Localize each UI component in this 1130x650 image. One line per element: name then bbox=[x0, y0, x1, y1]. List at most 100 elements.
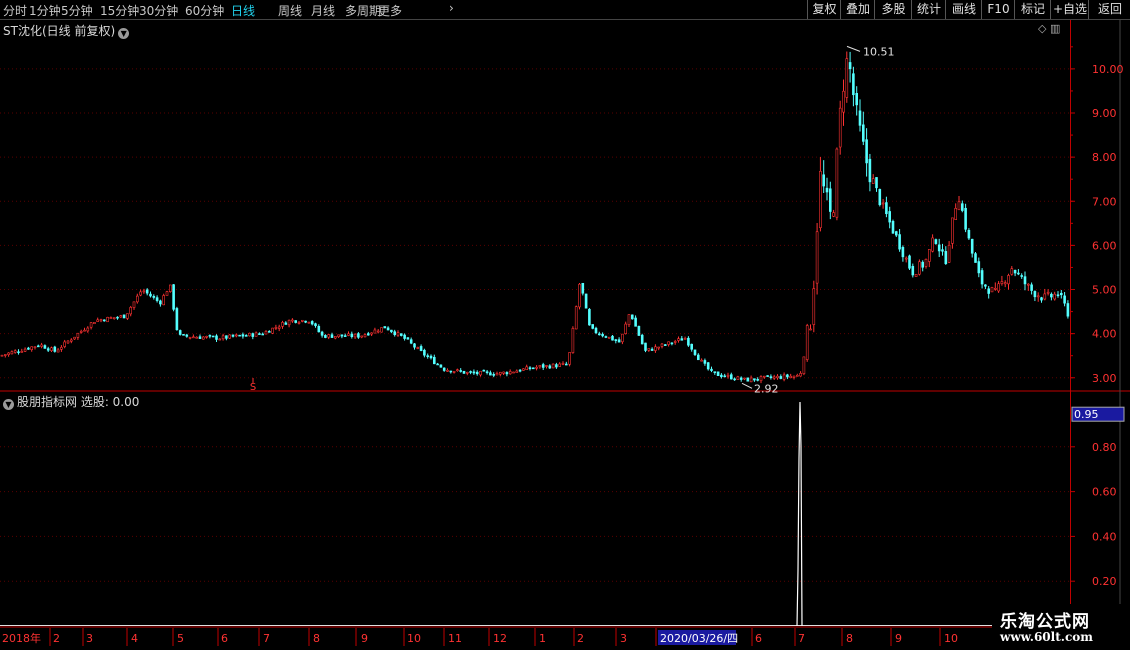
candle-body bbox=[284, 322, 288, 325]
candle-body bbox=[597, 333, 601, 336]
candle-body bbox=[654, 346, 657, 351]
candle-body bbox=[786, 374, 789, 378]
candle-body bbox=[76, 332, 80, 338]
x-tick-label-5: 6 bbox=[221, 632, 228, 645]
candle-body bbox=[225, 335, 228, 339]
low-label: 2.92 bbox=[754, 382, 779, 395]
candle-body bbox=[211, 335, 215, 338]
candle-body bbox=[462, 370, 466, 374]
candle-body bbox=[324, 335, 327, 338]
x-tick-label-9: 10 bbox=[407, 632, 421, 645]
indicator-tick-label-3: 0.20 bbox=[1092, 575, 1117, 588]
candle-body bbox=[670, 342, 674, 345]
candle-body bbox=[116, 316, 119, 319]
candle-body bbox=[482, 369, 486, 372]
candle-body bbox=[505, 372, 509, 375]
x-tick-label-17: 7 bbox=[798, 632, 805, 645]
candle-body bbox=[1046, 291, 1050, 294]
candle-body bbox=[485, 371, 489, 374]
candle-body bbox=[924, 258, 928, 267]
candle-body bbox=[195, 336, 198, 339]
candle-body bbox=[591, 324, 595, 329]
candle-body bbox=[904, 257, 908, 260]
candle-body bbox=[977, 261, 981, 274]
candle-body bbox=[861, 124, 865, 142]
candle-body bbox=[733, 378, 736, 381]
x-tick-label-1: 2 bbox=[53, 632, 60, 645]
candle-body bbox=[594, 327, 598, 334]
candle-body bbox=[720, 374, 723, 377]
indicator-spike bbox=[796, 401, 803, 627]
candle-body bbox=[842, 90, 845, 113]
candle-body bbox=[713, 371, 717, 373]
candle-body bbox=[103, 319, 106, 322]
candle-body bbox=[27, 347, 30, 350]
candle-body bbox=[574, 306, 578, 330]
candle-body bbox=[165, 291, 169, 296]
candle-body bbox=[403, 334, 406, 339]
candle-body bbox=[251, 333, 255, 337]
candle-body bbox=[967, 229, 971, 239]
candle-body bbox=[13, 350, 17, 353]
candle-body bbox=[267, 331, 271, 333]
candle-body bbox=[294, 320, 298, 323]
price-tick-label-1: 9.00 bbox=[1092, 107, 1117, 120]
candle-body bbox=[10, 351, 14, 355]
candle-body bbox=[304, 320, 307, 323]
candle-body bbox=[1043, 293, 1047, 300]
candle-body bbox=[812, 288, 816, 325]
candle-body bbox=[835, 148, 839, 218]
x-tick-label-6: 7 bbox=[263, 632, 270, 645]
candle-body bbox=[881, 202, 885, 205]
candle-body bbox=[238, 334, 241, 337]
candle-body bbox=[931, 237, 934, 252]
candle-body bbox=[927, 249, 931, 262]
candle-body bbox=[46, 348, 50, 351]
candle-body bbox=[703, 360, 707, 364]
candle-body bbox=[106, 316, 109, 323]
candle-body bbox=[383, 326, 387, 329]
candle-body bbox=[419, 346, 423, 351]
candle-body bbox=[472, 371, 476, 374]
candle-body bbox=[555, 364, 558, 368]
candle-body bbox=[921, 261, 925, 268]
candle-body bbox=[535, 366, 538, 369]
kline-chart[interactable]: 10.00 9.00 8.00 7.00 6.00 5.00 4.00 3.00 0.80 0.6… bbox=[0, 0, 1130, 650]
candle-body bbox=[393, 331, 397, 336]
candle-body bbox=[307, 321, 311, 324]
candle-body bbox=[182, 334, 185, 336]
candle-body bbox=[1027, 283, 1030, 286]
candle-body bbox=[647, 348, 651, 351]
candle-body bbox=[350, 333, 354, 338]
candle-body bbox=[1060, 292, 1063, 296]
candle-body bbox=[894, 231, 898, 236]
candle-body bbox=[782, 374, 786, 380]
candle-body bbox=[1036, 295, 1040, 298]
candle-body bbox=[277, 326, 281, 329]
x-tick-label-7: 8 bbox=[313, 632, 320, 645]
candle-body bbox=[1063, 295, 1066, 304]
candle-body bbox=[119, 315, 123, 318]
candle-body bbox=[370, 332, 373, 335]
candle-body bbox=[815, 231, 819, 284]
candle-body bbox=[40, 344, 43, 347]
candle-body bbox=[937, 244, 941, 252]
candle-body bbox=[60, 347, 63, 350]
candle-body bbox=[637, 325, 641, 336]
candle-body bbox=[122, 314, 126, 319]
candle-body bbox=[333, 335, 337, 339]
x-tick-label-8: 9 bbox=[361, 632, 368, 645]
candle-body bbox=[947, 244, 951, 263]
indicator-current-value: 0.95 bbox=[1074, 408, 1099, 421]
candle-body bbox=[650, 348, 654, 351]
candle-body bbox=[832, 212, 835, 217]
candle-body bbox=[366, 333, 370, 336]
candle-body bbox=[508, 371, 512, 375]
candle-body bbox=[241, 334, 245, 337]
candle-body bbox=[848, 62, 852, 70]
candle-body bbox=[479, 370, 482, 376]
candle-body bbox=[112, 317, 116, 319]
candle-body bbox=[960, 203, 964, 211]
x-tick-label-11: 12 bbox=[493, 632, 507, 645]
candle-body bbox=[710, 368, 713, 371]
